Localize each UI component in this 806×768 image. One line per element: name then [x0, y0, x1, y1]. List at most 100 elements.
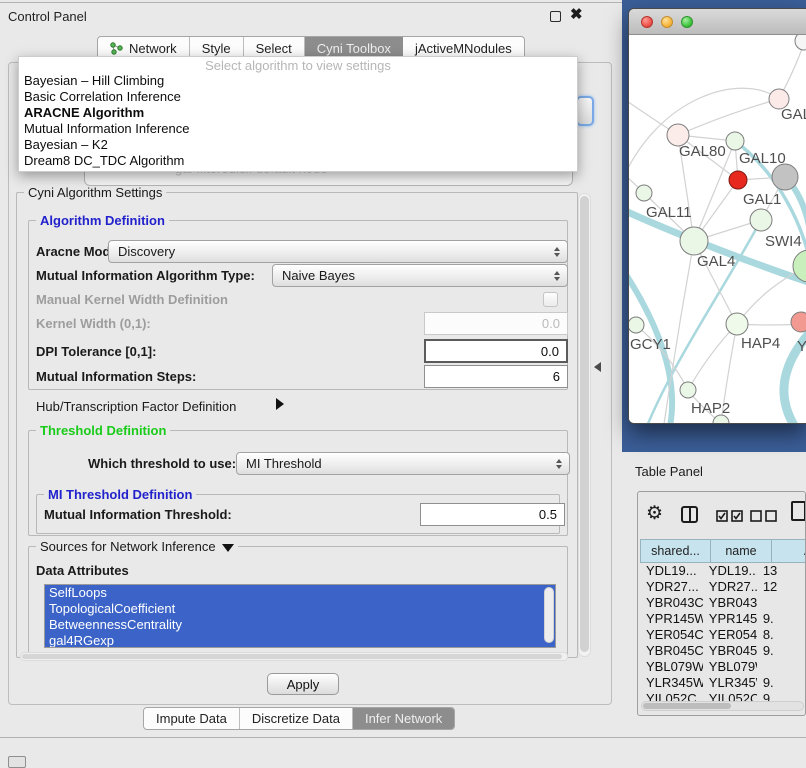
table-cell: YBR043C: [703, 595, 757, 611]
bottom-tab-bar: Impute Data Discretize Data Infer Networ…: [143, 707, 455, 730]
column-header-shared-name[interactable]: shared...: [640, 539, 711, 563]
table-cell: YBR045C: [640, 643, 703, 659]
table-cell: YER054C: [703, 627, 757, 643]
manual-kernel-checkbox[interactable]: [543, 292, 558, 307]
which-threshold-select[interactable]: MI Threshold: [236, 452, 570, 475]
tab-label: Style: [202, 41, 231, 56]
mi-threshold-field[interactable]: 0.5: [420, 503, 565, 526]
algorithm-combo-edge[interactable]: [576, 96, 594, 126]
tab-label: Infer Network: [365, 711, 442, 726]
network-window-titlebar[interactable]: [629, 9, 806, 35]
table-row[interactable]: YBL079WYBL079W: [640, 659, 806, 675]
attribute-list-item[interactable]: SelfLoops: [45, 585, 555, 601]
mi-type-label: Mutual Information Algorithm Type:: [36, 264, 255, 287]
network-node[interactable]: [680, 382, 696, 398]
traffic-light-close-icon[interactable]: [641, 16, 653, 28]
tab-label: jActiveMNodules: [415, 41, 512, 56]
table-cell: YPR145W: [640, 611, 703, 627]
table-row[interactable]: YBR045CYBR045C9.: [640, 643, 806, 659]
attribute-list-item[interactable]: BetweennessCentrality: [45, 617, 555, 633]
document-icon[interactable]: [791, 501, 806, 521]
attribute-list-item[interactable]: TopologicalCoefficient: [45, 601, 555, 617]
table-row[interactable]: YBR043CYBR043C: [640, 595, 806, 611]
column-header-name[interactable]: name: [711, 539, 772, 563]
table-cell: [757, 595, 806, 611]
table-cell: YER054C: [640, 627, 703, 643]
column-header-partial[interactable]: A: [772, 539, 806, 563]
mi-threshold-label: Mutual Information Threshold:: [44, 503, 232, 526]
network-node[interactable]: [680, 227, 708, 255]
attribute-list-item[interactable]: gal4RGexp: [45, 633, 555, 648]
network-node[interactable]: [726, 132, 744, 150]
network-edge: [629, 88, 779, 183]
collapsed-panel-icon[interactable]: [8, 756, 26, 768]
panel-collapse-arrow-icon[interactable]: [594, 362, 601, 372]
table-h-scrollbar[interactable]: [641, 701, 804, 711]
table-row[interactable]: YER054CYER054C8.: [640, 627, 806, 643]
tab-discretize-data[interactable]: Discretize Data: [240, 708, 353, 729]
deselect-all-checkboxes-icon[interactable]: [750, 510, 778, 523]
network-node-label: SWI4: [765, 233, 802, 250]
dpi-tolerance-value: 0.0: [541, 344, 559, 359]
network-view-window[interactable]: GALGAL80GAL10GAL1GAL11GAL4SWI4GCY1HAP4YH…: [628, 8, 806, 424]
table-row[interactable]: YLR345WYLR345W9.: [640, 675, 806, 691]
combo-arrows-icon: [556, 459, 562, 469]
table-row[interactable]: YDL19...YDL19...13: [640, 563, 806, 579]
traffic-light-zoom-icon[interactable]: [681, 16, 693, 28]
gear-icon[interactable]: ⚙: [646, 504, 663, 523]
list-scrollbar[interactable]: [544, 587, 554, 643]
network-node[interactable]: [636, 185, 652, 201]
mi-type-select[interactable]: Naive Bayes: [272, 264, 568, 287]
network-node[interactable]: [795, 35, 806, 50]
algorithm-dropdown-popup: Select algorithm to view settings Bayesi…: [18, 56, 578, 172]
network-node-label: HAP2: [691, 400, 730, 417]
kernel-width-field[interactable]: 0.0: [424, 312, 568, 335]
dropdown-item[interactable]: Dream8 DC_TDC Algorithm: [19, 153, 577, 169]
traffic-light-minimize-icon[interactable]: [661, 16, 673, 28]
network-node[interactable]: [629, 317, 644, 333]
apply-button[interactable]: Apply: [267, 673, 339, 695]
triangle-right-icon[interactable]: [276, 398, 284, 410]
data-attributes-list[interactable]: SelfLoopsTopologicalCoefficientBetweenne…: [44, 584, 556, 648]
algorithm-dropdown-list: Bayesian – Hill ClimbingBasic Correlatio…: [19, 73, 577, 169]
tab-impute-data[interactable]: Impute Data: [144, 708, 240, 729]
aracne-mode-value: Discovery: [118, 244, 175, 259]
top-divider: [0, 2, 622, 3]
aracne-mode-select[interactable]: Discovery: [108, 240, 568, 263]
select-all-checkboxes-icon[interactable]: [716, 510, 744, 523]
network-edge: [678, 99, 779, 135]
control-panel-title: Control Panel: [8, 9, 87, 24]
network-node[interactable]: [726, 313, 748, 335]
network-node-label: GCY1: [630, 336, 671, 353]
columns-icon[interactable]: [681, 506, 698, 523]
mi-type-value: Naive Bayes: [282, 268, 355, 283]
dropdown-item[interactable]: ARACNE Algorithm: [19, 105, 577, 121]
table-row[interactable]: YPR145WYPR145W9.: [640, 611, 806, 627]
network-node[interactable]: [729, 171, 747, 189]
table-cell: YBR045C: [703, 643, 757, 659]
dropdown-item[interactable]: Bayesian – Hill Climbing: [19, 73, 577, 89]
dpi-tolerance-field[interactable]: 0.0: [424, 339, 568, 363]
mi-steps-field[interactable]: 6: [424, 365, 568, 388]
dropdown-item[interactable]: Mutual Information Inference: [19, 121, 577, 137]
settings-h-scrollbar[interactable]: [20, 652, 568, 661]
network-node-label: GAL4: [697, 253, 735, 270]
settings-v-scrollbar[interactable]: [578, 193, 591, 657]
algorithm-definition-title: Algorithm Definition: [36, 213, 169, 228]
network-canvas[interactable]: GALGAL80GAL10GAL1GAL11GAL4SWI4GCY1HAP4YH…: [629, 35, 806, 424]
dropdown-placeholder: Select algorithm to view settings: [19, 58, 577, 73]
network-node[interactable]: [791, 312, 806, 332]
network-edge: [784, 321, 806, 424]
table-body: YDL19...YDL19...13YDR27...YDR27...12YBR0…: [640, 563, 806, 707]
tab-infer-network[interactable]: Infer Network: [353, 708, 454, 729]
network-node[interactable]: [772, 164, 798, 190]
triangle-down-icon[interactable]: [222, 544, 234, 552]
close-icon[interactable]: ✖: [570, 5, 583, 23]
network-node[interactable]: [750, 209, 772, 231]
dropdown-item[interactable]: Bayesian – K2: [19, 137, 577, 153]
table-row[interactable]: YDR27...YDR27...12: [640, 579, 806, 595]
which-threshold-label: Which threshold to use:: [88, 452, 236, 475]
dropdown-item[interactable]: Basic Correlation Inference: [19, 89, 577, 105]
float-window-icon[interactable]: [550, 11, 561, 22]
table-panel-title: Table Panel: [635, 464, 703, 479]
